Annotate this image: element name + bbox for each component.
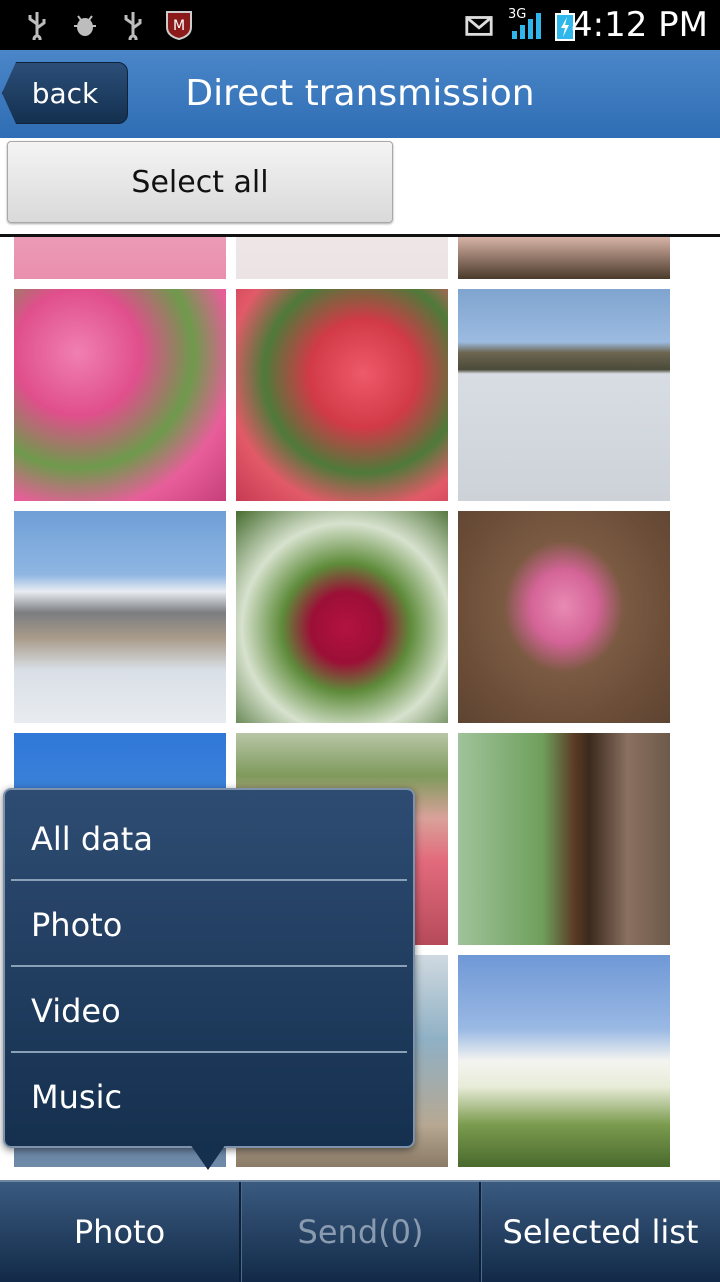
photo-thumbnail[interactable] [458,237,670,279]
toolbar: Select all [0,138,720,237]
menu-divider [11,1051,407,1053]
mcafee-icon: M [164,9,194,41]
menu-item-all-data[interactable]: All data [11,796,407,881]
notification-icon [464,9,494,41]
photo-thumbnail[interactable] [14,289,226,501]
bottom-bar: Photo Send(0) Selected list [0,1180,720,1282]
menu-item-music[interactable]: Music [11,1054,407,1139]
data-type-menu: All data Photo Video Music [3,788,415,1148]
network-type: 3G [508,7,527,22]
usb-icon [22,9,52,41]
photo-thumbnail[interactable] [458,955,670,1167]
photo-thumbnail[interactable] [236,237,448,279]
svg-text:M: M [173,18,185,34]
signal-icon: 3G [508,7,544,41]
photo-thumbnail[interactable] [458,511,670,723]
photo-thumbnail[interactable] [458,733,670,945]
debug-icon [70,9,100,41]
menu-pointer [190,1144,226,1170]
status-time: 4:12 PM [571,5,708,45]
menu-item-photo[interactable]: Photo [11,882,407,967]
menu-item-video[interactable]: Video [11,968,407,1053]
photo-thumbnail[interactable] [236,511,448,723]
send-button[interactable]: Send(0) [241,1182,480,1282]
select-all-button[interactable]: Select all [7,141,393,223]
page-title: Direct transmission [185,73,535,114]
photo-thumbnail[interactable] [14,237,226,279]
menu-divider [11,965,407,967]
photo-thumbnail[interactable] [14,511,226,723]
status-bar: M 3G 4:12 PM [0,0,720,50]
data-type-button[interactable]: Photo [0,1182,239,1282]
menu-divider [11,879,407,881]
header-bar: back Direct transmission [0,50,720,138]
photo-thumbnail[interactable] [236,289,448,501]
photo-thumbnail[interactable] [458,289,670,501]
selected-list-button[interactable]: Selected list [481,1182,720,1282]
usb-icon [118,9,148,41]
back-button[interactable]: back [2,62,128,124]
